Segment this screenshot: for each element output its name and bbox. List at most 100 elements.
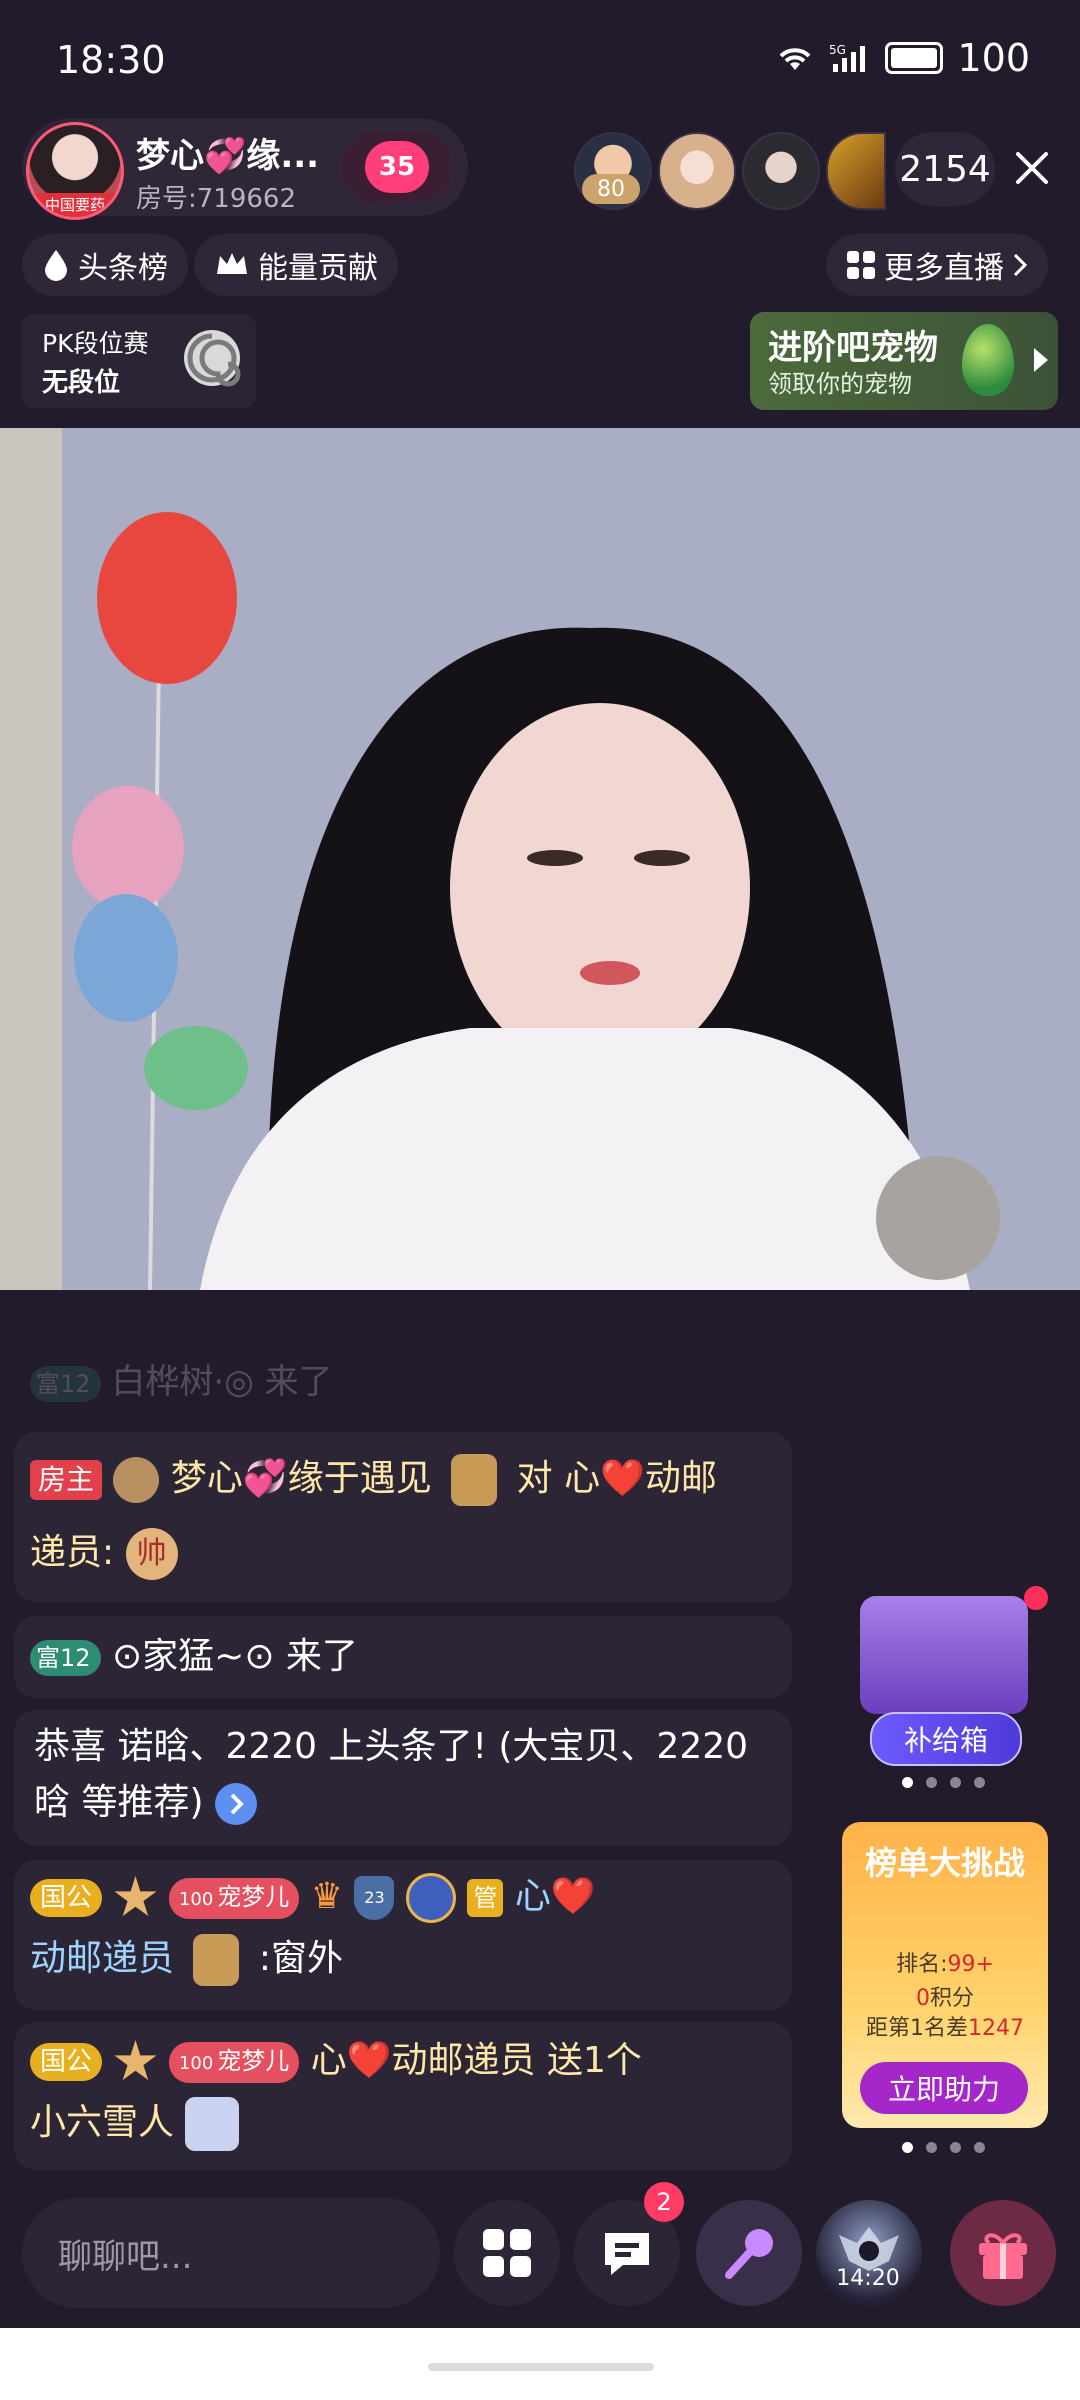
star-level-icon (114, 2040, 157, 2081)
message-text: 递员: (30, 1532, 115, 1573)
rich-level-badge: 富12 (30, 1640, 101, 1676)
rank-line: 排名:99+ (842, 1946, 1048, 1978)
supply-box-button[interactable]: 补给箱 (870, 1712, 1022, 1766)
chat-message-line: 晗 等推荐) (34, 1772, 257, 1834)
more-live-chip[interactable]: 更多直播 (826, 234, 1048, 296)
page-indicator-dot (950, 2142, 961, 2153)
fan-level: 35 (365, 141, 429, 193)
chat-message-line: 富12 ⊙家猛~⊙ 来了 (30, 1626, 358, 1688)
live-video[interactable] (0, 428, 1080, 1290)
status-icons: 5G 100 (775, 36, 1030, 80)
message-icon (605, 2233, 649, 2275)
microphone-button[interactable] (696, 2200, 802, 2306)
more-features-button[interactable] (454, 2200, 560, 2306)
host-name: 梦心💞缘... (136, 136, 320, 176)
message-text: 心❤️动邮递员 送1个 (310, 2040, 642, 2081)
viewer-avatar[interactable] (658, 132, 736, 210)
message-text: 小六雪人 (30, 2102, 175, 2143)
farmer-icon (193, 1934, 240, 1986)
chat-message-line: 递员: 帅 (30, 1522, 178, 1584)
room-number: 房号:719662 (136, 184, 297, 214)
chat-message-line: 动邮递员 :窗外 (30, 1928, 343, 1990)
fan-club-badge: 100 宠梦儿 (168, 1877, 300, 1919)
fan-club-name: 宠梦儿 (217, 1882, 290, 1911)
noble-badge: 国公 (30, 1879, 103, 1917)
page-indicator-dot (902, 2142, 913, 2153)
crown-icon: ♛ (310, 1876, 344, 1917)
treasure-chest-icon[interactable] (860, 1596, 1028, 1714)
headline-rank-label: 头条榜 (78, 251, 168, 286)
fan-level-num: 100 (178, 2052, 214, 2074)
points-label: 积分 (929, 1986, 974, 2011)
grid-icon (847, 251, 875, 279)
support-now-button[interactable]: 立即助力 (860, 2062, 1028, 2114)
swirl-icon (184, 330, 241, 387)
message-count-badge: 2 (644, 2182, 684, 2222)
sender-name-tail: 心❤️ (514, 1876, 596, 1917)
more-live-label: 更多直播 (884, 251, 1004, 286)
gap-value: 1247 (968, 2016, 1024, 2041)
shield-icon: 23 (354, 1876, 395, 1920)
pk-title: PK段位赛 (42, 329, 149, 358)
notification-dot (1024, 1586, 1048, 1610)
message-text: 对 心❤️动邮 (516, 1458, 717, 1499)
headline-rank-chip[interactable]: 头条榜 (22, 234, 188, 296)
chevron-right-icon (1013, 253, 1028, 277)
energy-contribution-label: 能量贡献 (258, 251, 378, 286)
chat-message-line: 房主 梦心💞缘于遇见 对 心❤️动邮 (30, 1448, 790, 1510)
avatar-tag: 中国要药 (29, 193, 121, 217)
sender-name: 梦心💞缘于遇见 (170, 1458, 432, 1499)
viewer-avatar[interactable] (742, 132, 820, 210)
points-value: 0 (915, 1986, 930, 2011)
fan-level-num: 100 (178, 1888, 214, 1910)
chat-message-line: 小六雪人 (30, 2092, 240, 2154)
status-time: 18:30 (56, 38, 166, 82)
signal-icon: 5G (829, 43, 866, 72)
sender-name: 动邮递员 (30, 1938, 175, 1979)
chat-input[interactable]: 聊聊吧... (22, 2198, 440, 2308)
message-text: 晗 等推荐) (34, 1782, 204, 1823)
grid-icon (483, 2229, 531, 2277)
page-indicator-dot (926, 1777, 937, 1788)
svg-text:5G: 5G (829, 43, 846, 57)
page-indicator-dot (950, 1777, 961, 1788)
points-line: 0积分 (842, 1980, 1048, 2012)
chat-message-faded: 富12 白桦树·◎ 来了 (30, 1354, 790, 1406)
game-timer: 14:20 (836, 2266, 900, 2291)
gift-icon (979, 2233, 1027, 2279)
page-indicator-dot (974, 2142, 985, 2153)
viewer-count[interactable]: 2154 (895, 132, 995, 206)
farmer-icon (451, 1454, 498, 1506)
energy-contribution-chip[interactable]: 能量贡献 (194, 234, 398, 296)
page-indicator-dot (902, 1777, 913, 1788)
chevron-right-icon[interactable] (214, 1783, 257, 1825)
rich-level-badge: 富12 (30, 1365, 101, 1402)
microphone-icon (725, 2229, 773, 2279)
viewer-level-badge: 80 (582, 174, 640, 204)
drop-icon (45, 250, 67, 281)
pk-rank: 无段位 (42, 368, 121, 398)
host-badge: 房主 (30, 1460, 103, 1500)
gap-label: 距第1名差 (866, 2016, 968, 2041)
gift-button[interactable] (950, 2200, 1056, 2306)
seal-badge: 帅 (125, 1528, 178, 1580)
follow-button[interactable]: 35 (342, 132, 452, 202)
arrow-right-icon (1034, 348, 1048, 372)
message-text: 恭喜 诺晗、2220 上头条了! (大宝贝、2220 (34, 1726, 749, 1767)
page-indicator-dot (974, 1777, 985, 1788)
message-text: ⊙家猛~⊙ 来了 (112, 1636, 358, 1677)
admin-badge: 管 (467, 1879, 504, 1917)
fan-club-badge: 100 宠梦儿 (168, 2041, 300, 2083)
snowman-gift-icon (185, 2097, 240, 2151)
chat-message-line: 国公 100 宠梦儿 ♛ 23 管 心❤️ (30, 1866, 790, 1928)
chat-message-line: 国公 100 宠梦儿 心❤️动邮递员 送1个 (30, 2030, 790, 2092)
crown-icon (217, 253, 247, 274)
message-text: 白桦树·◎ 来了 (111, 1362, 333, 1402)
fan-club-name: 宠梦儿 (217, 2046, 290, 2075)
streamer-video-frame (0, 428, 1080, 1290)
home-indicator[interactable] (428, 2363, 654, 2371)
viewer-avatar[interactable] (826, 132, 886, 210)
message-text: :窗外 (258, 1938, 344, 1979)
close-icon[interactable] (1010, 146, 1054, 190)
host-avatar[interactable]: 中国要药 (26, 122, 124, 220)
